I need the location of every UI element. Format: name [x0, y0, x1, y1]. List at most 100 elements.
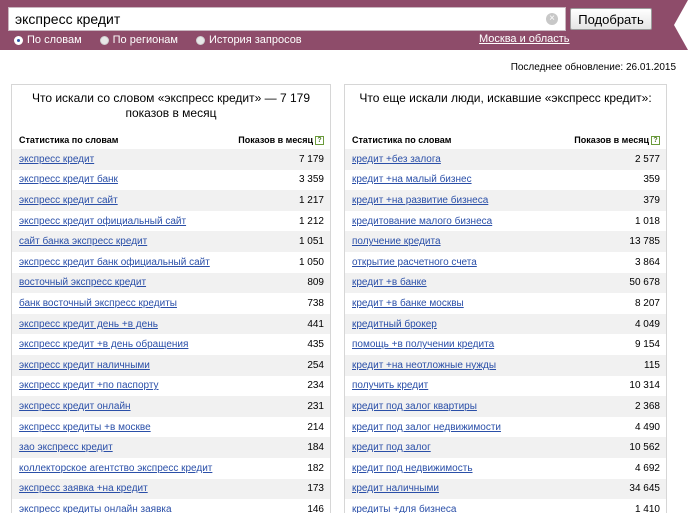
table-row: кредит наличными 34 645 [345, 478, 666, 500]
table-row: экспресс кредит день +в день 441 [12, 313, 330, 335]
shows-count: 809 [307, 277, 324, 289]
phrase-link[interactable]: экспресс кредит день +в день [19, 319, 158, 330]
shows-count: 4 692 [634, 462, 660, 474]
phrase-link[interactable]: получение кредита [352, 236, 441, 247]
search-input[interactable] [9, 8, 539, 30]
phrase-link[interactable]: сайт банка экспресс кредит [19, 236, 147, 247]
phrase-link[interactable]: экспресс кредит банк [19, 174, 118, 185]
help-icon[interactable]: ? [651, 136, 660, 146]
table-row: кредитный брокер 4 049 [345, 313, 666, 335]
table-row: кредит под залог недвижимости 4 490 [345, 417, 666, 438]
phrase-link[interactable]: кредиты +для бизнеса [352, 504, 457, 513]
panel-title: Что еще искали люди, искавшие «экспресс … [359, 91, 652, 105]
phrase-list: кредит +без залога 2 577 кредит +на малый … [345, 149, 666, 513]
shows-count: 231 [307, 400, 324, 412]
table-row: экспресс кредит +по паспорту 234 [12, 376, 330, 397]
radio-icon[interactable] [99, 35, 109, 45]
table-row: помощь +в получении кредита 9 154 [345, 334, 666, 355]
phrase-link[interactable]: кредит под залог квартиры [352, 401, 477, 412]
shows-count: 184 [307, 442, 324, 454]
phrase-link[interactable]: восточный экспресс кредит [19, 277, 146, 288]
phrase-link[interactable]: кредитный брокер [352, 319, 437, 330]
clear-icon[interactable]: × [546, 13, 558, 25]
mode-by-words[interactable]: По словам [14, 34, 82, 46]
table-row: кредит +на развитие бизнеса 379 [345, 190, 666, 211]
phrase-link[interactable]: открытие расчетного счета [352, 257, 477, 268]
shows-count: 435 [307, 339, 324, 351]
phrase-link[interactable]: экспресс кредит [19, 154, 94, 165]
phrase-link[interactable]: экспресс кредит +в день обращения [19, 339, 188, 350]
table-row: кредит +на малый бизнес 359 [345, 170, 666, 191]
col-phrase-header: Статистика по словам [352, 135, 452, 145]
shows-count: 2 368 [634, 400, 660, 412]
table-row: экспресс кредит банк официальный сайт 1 0… [12, 252, 330, 273]
table-row: сайт банка экспресс кредит 1 051 [12, 231, 330, 252]
phrase-link[interactable]: экспресс кредит +по паспорту [19, 380, 159, 391]
shows-count: 4 049 [634, 318, 660, 330]
phrase-link[interactable]: кредит под залог [352, 442, 431, 453]
mode-by-regions[interactable]: По регионам [99, 34, 178, 46]
phrase-link[interactable]: кредитование малого бизнеса [352, 216, 492, 227]
shows-count: 10 562 [629, 442, 660, 454]
table-row: кредит под залог 10 562 [345, 437, 666, 458]
region-link[interactable]: Москва и область [479, 33, 570, 45]
phrase-link[interactable]: банк восточный экспресс кредиты [19, 298, 177, 309]
table-row: экспресс кредит официальный сайт 1 212 [12, 211, 330, 232]
table-row: кредиты +для бизнеса 1 410 [345, 499, 666, 513]
phrase-link[interactable]: кредит под недвижимость [352, 463, 473, 474]
shows-count: 7 179 [298, 153, 324, 165]
table-row: экспресс кредит банк 3 359 [12, 170, 330, 191]
mode-label: По словам [27, 34, 82, 46]
shows-count: 254 [307, 359, 324, 371]
phrase-link[interactable]: экспресс кредиты онлайн заявка [19, 504, 172, 513]
phrase-link[interactable]: экспресс заявка +на кредит [19, 483, 148, 494]
mode-history[interactable]: История запросов [196, 34, 302, 46]
shows-count: 3 359 [298, 174, 324, 186]
phrase-link[interactable]: кредит под залог недвижимости [352, 422, 501, 433]
last-update: Последнее обновление: 26.01.2015 [510, 62, 676, 73]
submit-button[interactable]: Подобрать [570, 8, 652, 30]
phrase-link[interactable]: коллекторское агентство экспресс кредит [19, 463, 212, 474]
phrase-link[interactable]: экспресс кредит банк официальный сайт [19, 257, 210, 268]
phrase-list: экспресс кредит 7 179 экспресс кредит банк… [12, 149, 330, 513]
col-shows-header: Показов в месяц? [238, 135, 324, 146]
shows-count: 3 864 [634, 256, 660, 268]
shows-count: 738 [307, 297, 324, 309]
table-row: восточный экспресс кредит 809 [12, 272, 330, 294]
table-row: кредит +в банке 50 678 [345, 272, 666, 294]
radio-icon[interactable] [196, 35, 205, 45]
mode-label: История запросов [209, 34, 302, 46]
phrase-link[interactable]: экспресс кредит онлайн [19, 401, 131, 412]
phrase-link[interactable]: кредит +в банке москвы [352, 298, 464, 309]
phrase-link[interactable]: помощь +в получении кредита [352, 339, 494, 350]
phrase-link[interactable]: кредит +в банке [352, 277, 427, 288]
phrase-link[interactable]: кредит наличными [352, 483, 439, 494]
phrase-link[interactable]: кредит +на малый бизнес [352, 174, 472, 185]
phrase-link[interactable]: экспресс кредит наличными [19, 360, 150, 371]
shows-count: 441 [307, 318, 324, 330]
col-shows-label: Показов в месяц [574, 134, 649, 145]
shows-count: 2 577 [634, 153, 660, 165]
panel-with-word: Что искали со словом «экспресс кредит» —… [11, 84, 331, 513]
shows-count: 50 678 [629, 277, 660, 289]
phrase-link[interactable]: экспресс кредиты +в москве [19, 422, 151, 433]
shows-count: 1 212 [298, 215, 324, 227]
col-shows-header: Показов в месяц? [574, 134, 660, 146]
phrase-link[interactable]: кредит +на неотложные нужды [352, 360, 496, 371]
shows-count: 1 217 [298, 194, 324, 206]
phrase-link[interactable]: зао экспресс кредит [19, 442, 113, 453]
table-row: экспресс кредит онлайн 231 [12, 396, 330, 417]
phrase-link[interactable]: экспресс кредит сайт [19, 195, 118, 206]
table-row: зао экспресс кредит 184 [12, 437, 330, 458]
shows-count: 8 207 [634, 297, 660, 309]
radio-selected-icon[interactable] [14, 35, 23, 45]
table-row: получить кредит 10 314 [345, 376, 666, 397]
phrase-link[interactable]: кредит +на развитие бизнеса [352, 195, 488, 206]
help-icon[interactable]: ? [315, 136, 324, 146]
table-row: кредитование малого бизнеса 1 018 [345, 211, 666, 232]
table-row: экспресс кредит +в день обращения 435 [12, 334, 330, 355]
phrase-link[interactable]: кредит +без залога [352, 154, 441, 165]
shows-count: 9 154 [634, 339, 660, 351]
phrase-link[interactable]: получить кредит [352, 380, 428, 391]
phrase-link[interactable]: экспресс кредит официальный сайт [19, 216, 186, 227]
